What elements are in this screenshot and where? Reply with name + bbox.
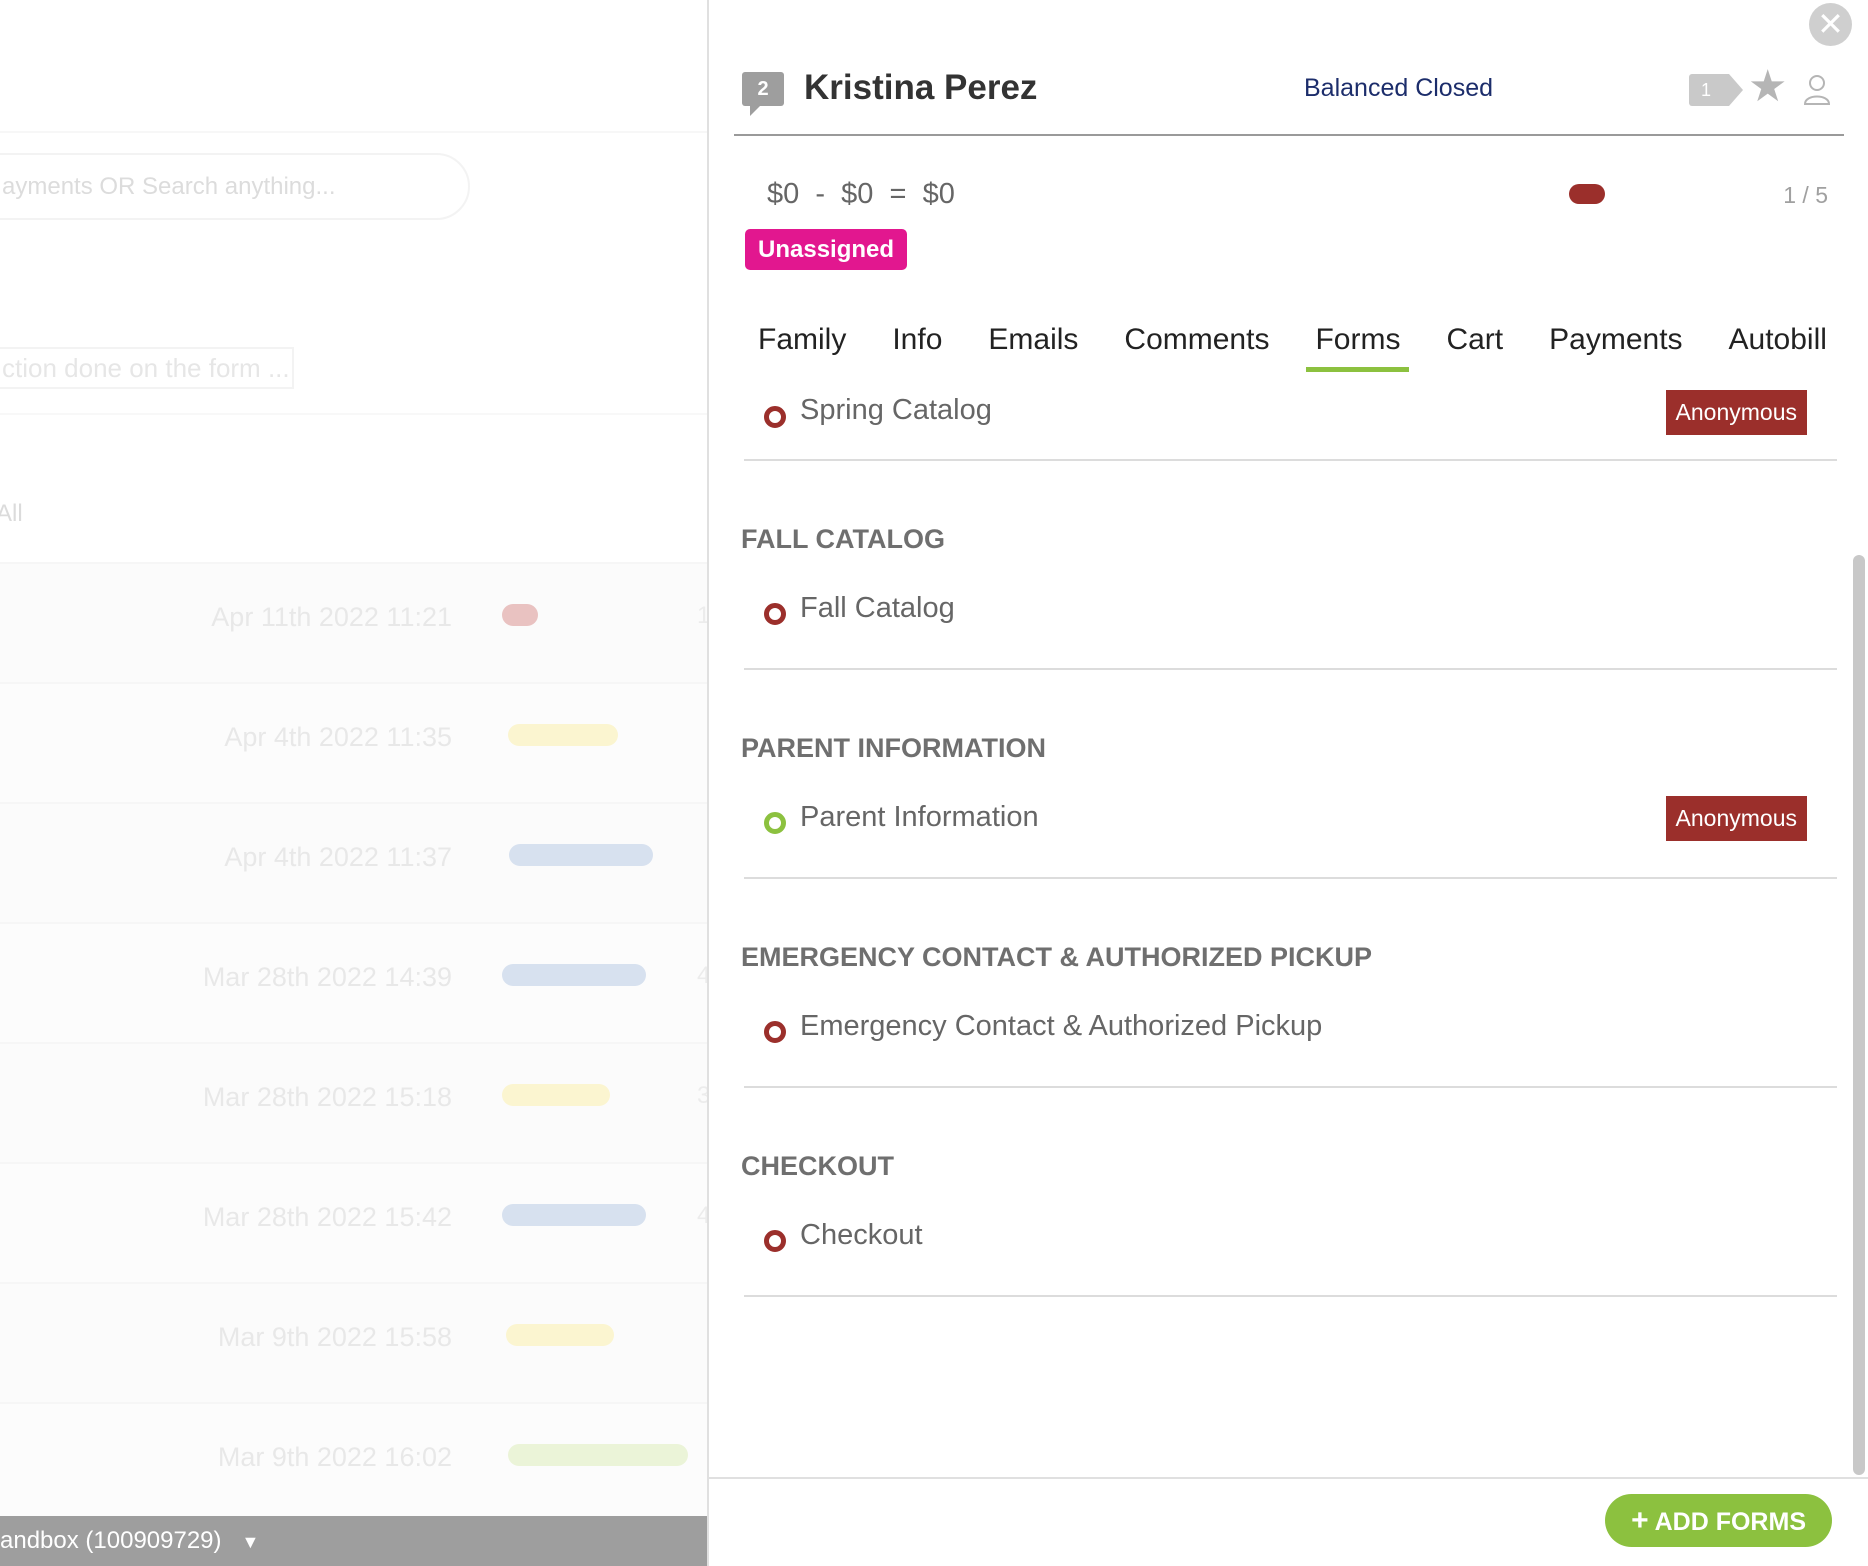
- status-indicator[interactable]: [1569, 184, 1605, 204]
- tab-autobill[interactable]: Autobill: [1720, 318, 1836, 372]
- table-row[interactable]: Mar 28th 2022 15:18 3: [0, 1042, 707, 1162]
- submission-list: Apr 11th 2022 11:21 1 Apr 4th 2022 11:35 Ap…: [0, 562, 707, 1522]
- row-date: Mar 9th 2022 15:58: [217, 1322, 452, 1352]
- incomplete-status-icon: [764, 1230, 786, 1252]
- divider: [0, 413, 707, 415]
- section-title: PARENT INFORMATION: [741, 733, 1046, 763]
- amount-summary: $0 - $0 = $0: [767, 178, 955, 210]
- form-item-label[interactable]: Parent Information: [800, 801, 1039, 834]
- form-section: FALL CATALOG Fall Catalog: [741, 491, 1837, 670]
- anonymous-badge: Anonymous: [1665, 796, 1807, 841]
- form-item-label[interactable]: Emergency Contact & Authorized Pickup: [800, 1010, 1322, 1043]
- scrollbar[interactable]: [1853, 555, 1865, 1475]
- section-title: CHECKOUT: [741, 1151, 894, 1181]
- form-item[interactable]: Parent Information Anonymous: [744, 796, 1837, 879]
- tab-payments[interactable]: Payments: [1540, 318, 1691, 372]
- status-pill: [508, 1444, 688, 1466]
- table-row[interactable]: Apr 4th 2022 11:35: [0, 682, 707, 802]
- row-count: 1: [697, 602, 707, 629]
- table-row[interactable]: Apr 11th 2022 11:21 1: [0, 562, 707, 682]
- background-list: ayments OR Search anything... ction done…: [0, 0, 707, 1566]
- add-forms-button[interactable]: + ADD FORMS: [1605, 1494, 1832, 1547]
- incomplete-status-icon: [764, 1021, 786, 1043]
- incomplete-status-icon: [764, 406, 786, 428]
- panel-header: 2 Kristina Perez Balanced Closed 1 ★: [734, 60, 1844, 136]
- form-item[interactable]: Fall Catalog: [744, 587, 1837, 670]
- user-icon[interactable]: [1802, 72, 1832, 106]
- plus-icon: +: [1631, 1504, 1649, 1537]
- tab-emails[interactable]: Emails: [979, 318, 1087, 372]
- tab-family[interactable]: Family: [749, 318, 855, 372]
- close-button[interactable]: ✕: [1809, 3, 1852, 46]
- tab-comments[interactable]: Comments: [1115, 318, 1278, 372]
- caret-down-icon: ▼: [241, 1532, 260, 1552]
- forms-list: Spring Catalog Anonymous FALL CATALOG Fal…: [741, 378, 1837, 1297]
- status-pill: [502, 1084, 610, 1106]
- status-pill: [506, 1324, 614, 1346]
- table-row[interactable]: Mar 28th 2022 15:42 4: [0, 1162, 707, 1282]
- pager: 1 / 5: [1783, 182, 1828, 208]
- status-pill: [502, 1204, 646, 1226]
- panel-footer: + ADD FORMS: [709, 1477, 1868, 1566]
- form-item-label[interactable]: Checkout: [800, 1219, 923, 1252]
- tag-icon[interactable]: 1: [1689, 74, 1743, 106]
- detail-panel: ✕ 2 Kristina Perez Balanced Closed 1 ★ $…: [707, 0, 1868, 1566]
- form-section: EMERGENCY CONTACT & AUTHORIZED PICKUP Eme…: [741, 909, 1837, 1088]
- tab-bar: Family Info Emails Comments Forms Cart Payment…: [749, 318, 1864, 372]
- form-item[interactable]: Emergency Contact & Authorized Pickup: [744, 1005, 1837, 1088]
- row-date: Mar 28th 2022 15:42: [202, 1202, 452, 1232]
- divider: [0, 131, 707, 133]
- tab-forms[interactable]: Forms: [1306, 318, 1410, 372]
- star-icon[interactable]: ★: [1748, 62, 1787, 112]
- section-title: EMERGENCY CONTACT & AUTHORIZED PICKUP: [741, 942, 1373, 972]
- filter-input[interactable]: ction done on the form ...: [0, 347, 294, 389]
- row-count: 4: [697, 1202, 707, 1229]
- row-count: 3: [697, 1082, 707, 1109]
- tab-info[interactable]: Info: [883, 318, 951, 372]
- account-switcher[interactable]: andbox (100909729) ▼: [0, 1516, 707, 1566]
- balance-status-link[interactable]: Balanced Closed: [1304, 74, 1493, 103]
- status-pill: [508, 724, 618, 746]
- status-pill: [502, 964, 646, 986]
- row-date: Apr 11th 2022 11:21: [211, 602, 452, 632]
- table-row[interactable]: Mar 9th 2022 16:02: [0, 1402, 707, 1522]
- tab-cart[interactable]: Cart: [1437, 318, 1512, 372]
- contact-name: Kristina Perez: [804, 68, 1038, 107]
- complete-status-icon: [764, 812, 786, 834]
- comment-count-badge[interactable]: 2: [742, 72, 784, 116]
- row-date: Mar 28th 2022 15:18: [202, 1082, 452, 1112]
- table-row[interactable]: Mar 9th 2022 15:58: [0, 1282, 707, 1402]
- table-row[interactable]: Mar 28th 2022 14:39 4: [0, 922, 707, 1042]
- filter-all-label[interactable]: All: [0, 500, 23, 528]
- row-date: Apr 4th 2022 11:35: [224, 722, 452, 752]
- row-date: Apr 4th 2022 11:37: [224, 842, 452, 872]
- form-item-label[interactable]: Fall Catalog: [800, 592, 955, 625]
- add-forms-label: ADD FORMS: [1654, 1508, 1806, 1536]
- status-pill: [502, 604, 538, 626]
- section-title: FALL CATALOG: [741, 524, 945, 554]
- row-count: 4: [697, 962, 707, 989]
- table-row[interactable]: Apr 4th 2022 11:37: [0, 802, 707, 922]
- form-item-label[interactable]: Spring Catalog: [800, 394, 992, 427]
- account-label: andbox (100909729): [0, 1527, 222, 1554]
- form-section: PARENT INFORMATION Parent Information Anon…: [741, 700, 1837, 879]
- status-pill: [509, 844, 653, 866]
- form-item[interactable]: Checkout: [744, 1214, 1837, 1297]
- form-item[interactable]: Spring Catalog Anonymous: [744, 378, 1837, 461]
- row-date: Mar 28th 2022 14:39: [202, 962, 452, 992]
- incomplete-status-icon: [764, 603, 786, 625]
- row-date: Mar 9th 2022 16:02: [217, 1442, 452, 1472]
- assignee-badge[interactable]: Unassigned: [745, 229, 908, 270]
- anonymous-badge: Anonymous: [1665, 390, 1807, 435]
- search-input[interactable]: ayments OR Search anything...: [0, 153, 470, 220]
- form-section: CHECKOUT Checkout: [741, 1118, 1837, 1297]
